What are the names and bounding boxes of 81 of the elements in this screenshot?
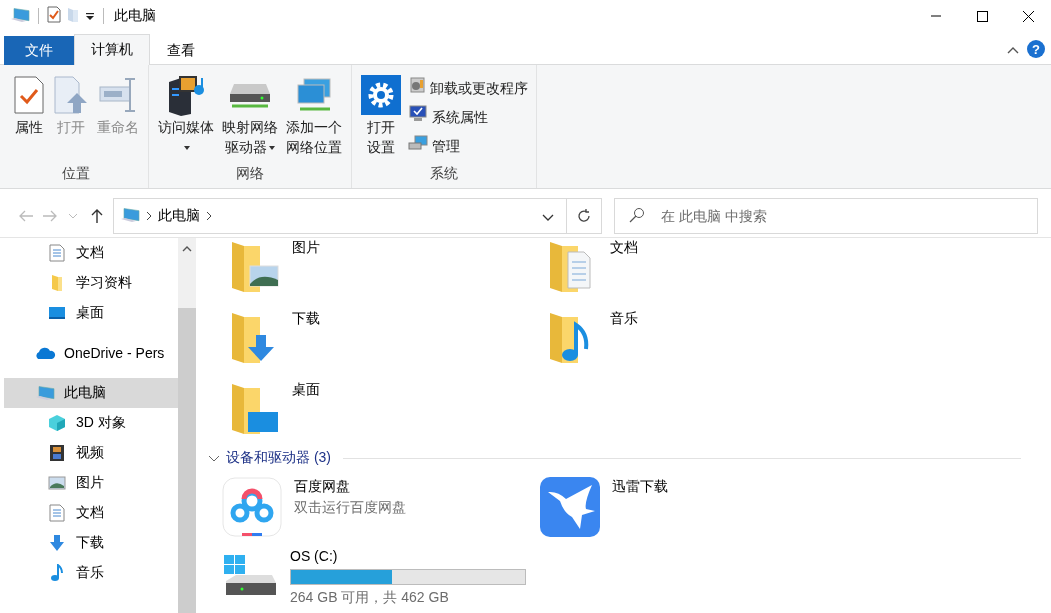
sidebar-item[interactable]: OneDrive - Pers — [4, 338, 178, 368]
search-icon — [629, 206, 646, 223]
sidebar-item[interactable]: 视频 — [4, 438, 178, 468]
ribbon-button[interactable]: 系统属性 — [406, 104, 530, 129]
ribbon-button[interactable]: 访问媒体 — [155, 71, 217, 162]
cube-icon — [48, 414, 66, 432]
music-note-icon — [50, 564, 64, 582]
film-icon — [49, 444, 65, 462]
computer-icon — [35, 385, 55, 401]
folder-name[interactable]: 图片 — [292, 238, 320, 309]
folder-name[interactable]: 文档 — [610, 238, 638, 309]
cloud-icon — [34, 346, 56, 360]
network-location-icon — [294, 77, 334, 113]
up-arrow-icon[interactable] — [91, 208, 104, 224]
computer-manage-icon — [408, 134, 428, 152]
search-field[interactable]: 在 此电脑 中搜索 — [614, 198, 1038, 234]
sidebar-item[interactable]: 文档 — [4, 498, 178, 528]
scroll-up-icon[interactable] — [182, 246, 192, 252]
computer-icon — [120, 206, 141, 223]
properties-icon — [13, 75, 45, 115]
ribbon-button[interactable]: 卸载或更改程序 — [406, 75, 530, 100]
document-icon — [49, 504, 65, 522]
window-title: 此电脑 — [114, 7, 156, 25]
ribbon-button[interactable]: 管理 — [406, 133, 530, 158]
document-icon — [49, 244, 65, 262]
sidebar-item[interactable]: 文档 — [4, 238, 178, 268]
program-box-icon — [408, 76, 426, 94]
ribbon-button[interactable]: 属性 — [10, 71, 48, 162]
ribbon-button[interactable]: 添加一个 网络位置 — [283, 71, 345, 162]
chevron-down-icon[interactable] — [541, 214, 554, 221]
windows-drive-icon — [222, 553, 278, 597]
folder-icon — [49, 274, 65, 292]
dropdown-caret-icon[interactable] — [85, 13, 95, 21]
computer-icon — [10, 6, 30, 23]
landscape-picture-icon — [48, 476, 66, 490]
sidebar-item[interactable]: 下载 — [4, 528, 178, 558]
bird-app-icon — [540, 477, 600, 537]
collapse-caret-icon[interactable] — [1007, 46, 1019, 54]
sidebar-item[interactable]: 此电脑 — [4, 378, 178, 408]
sidebar-item[interactable]: 学习资料 — [4, 268, 178, 298]
properties-icon[interactable] — [47, 6, 61, 23]
ribbon-tab[interactable]: 计算机 — [74, 34, 150, 65]
settings-icon — [361, 75, 401, 115]
section-header[interactable]: 设备和驱动器 (3) — [226, 449, 331, 467]
refresh-button[interactable] — [566, 198, 603, 234]
address-field[interactable]: 此电脑 — [113, 198, 567, 234]
close-icon[interactable] — [1022, 10, 1034, 22]
file-tab[interactable]: 文件 — [4, 36, 74, 65]
chevron-right-icon — [146, 211, 153, 221]
monitor-check-icon — [408, 105, 428, 123]
ribbon-tab[interactable]: 查看 — [150, 36, 212, 65]
sidebar-item[interactable]: 图片 — [4, 468, 178, 498]
refresh-icon — [575, 208, 592, 224]
ribbon-button[interactable]: 打开 设置 — [358, 71, 404, 162]
sidebar-item[interactable]: 音乐 — [4, 558, 178, 588]
folder-name[interactable]: 桌面 — [292, 380, 320, 451]
search-input[interactable]: 在 此电脑 中搜索 — [659, 207, 1037, 225]
ribbon-button[interactable]: 映射网络 驱动器 — [219, 71, 281, 162]
device-name[interactable]: OS (C:) — [290, 547, 526, 565]
device-subtitle: 双击运行百度网盘 — [294, 499, 406, 517]
group-label: 系统 — [429, 164, 459, 183]
rename-icon — [98, 75, 138, 115]
desktop-icon — [48, 306, 66, 320]
maximize-icon[interactable] — [976, 10, 988, 22]
cloud-app-icon — [222, 477, 282, 537]
down-arrow-icon — [49, 534, 65, 552]
group-label: 网络 — [235, 164, 265, 183]
document-arrow-icon — [53, 75, 89, 115]
help-icon[interactable]: ? — [1027, 40, 1045, 58]
scrollbar[interactable] — [178, 238, 196, 613]
device-name[interactable]: 百度网盘 — [294, 477, 406, 495]
chevron-right-icon — [206, 211, 213, 221]
sidebar-item[interactable]: 桌面 — [4, 298, 178, 328]
storage-text: 264 GB 可用，共 462 GB — [290, 589, 450, 607]
device-name[interactable]: 迅雷下载 — [612, 477, 668, 495]
chevron-down-icon[interactable] — [208, 455, 220, 463]
folder-name[interactable]: 下载 — [292, 309, 320, 380]
folder-name[interactable]: 音乐 — [610, 309, 638, 380]
sidebar-item[interactable]: 3D 对象 — [4, 408, 178, 438]
group-label: 位置 — [61, 164, 91, 183]
breadcrumb[interactable]: 此电脑 — [158, 207, 201, 225]
